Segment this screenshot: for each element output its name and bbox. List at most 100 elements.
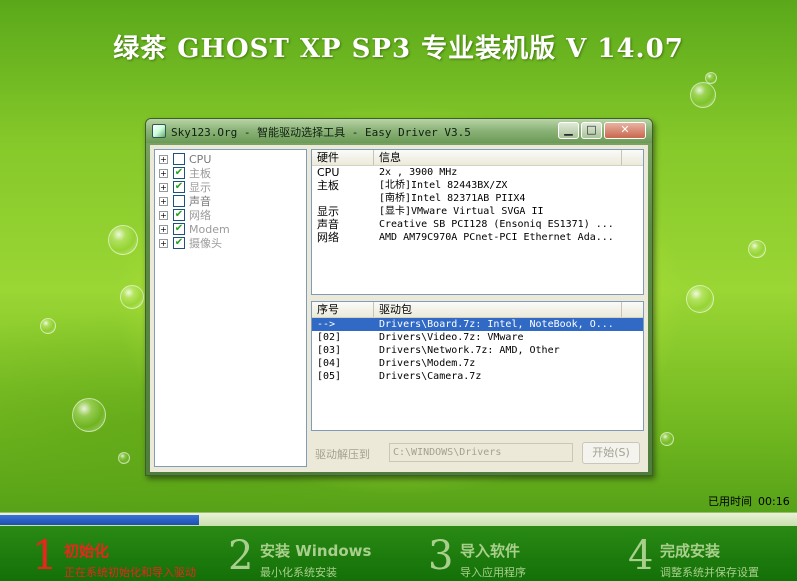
elapsed-time: 已用时间 00:16 [708, 493, 790, 509]
hardware-tree: + CPU + ✔ 主板 + ✔ 显示 + 声音 + ✔ 网络 + ✔ Modem + ✔ 摄像头 [154, 149, 307, 467]
step-number: 2 [228, 533, 254, 579]
hardware-info-cell: Creative SB PCI128 (Ensoniq ES1371) ... [379, 219, 614, 230]
maximize-button[interactable]: □ [581, 122, 602, 139]
bubble-decoration [660, 432, 674, 446]
table-row[interactable]: [南桥]Intel 82371AB PIIX4 [312, 192, 643, 205]
bubble-decoration [108, 225, 138, 255]
hardware-list[interactable]: 硬件 信息 CPU 2x , 3900 MHz 主板 [北桥]Intel 82443B… [311, 149, 644, 295]
elapsed-value: 00:16 [758, 495, 790, 508]
bubble-decoration [118, 452, 130, 464]
bubble-decoration [120, 285, 144, 309]
expand-icon[interactable]: + [159, 154, 168, 164]
tree-item[interactable]: + 声音 [159, 194, 306, 208]
install-steps: 1 初始化正在系统初始化和导入驱动 2 安装 Windows 最小化系统安装 3 导入软件导… [0, 526, 797, 581]
driver-list[interactable]: 序号 驱动包 --> Drivers\Board.7z: Intel, NoteB… [311, 301, 644, 431]
driver-package-cell: Drivers\Camera.7z [379, 371, 482, 382]
driver-package-cell: Drivers\Modem.7z [379, 358, 476, 369]
bubble-decoration [72, 398, 106, 432]
table-row[interactable]: --> Drivers\Board.7z: Intel, NoteBook, O.… [312, 318, 643, 331]
tree-item[interactable]: + ✔ 摄像头 [159, 236, 306, 250]
table-row[interactable]: 声音 Creative SB PCI128 (Ensoniq ES1371) ..… [312, 218, 643, 231]
hardware-list-header: 硬件 信息 [312, 150, 643, 166]
driver-index-cell: --> [317, 319, 336, 330]
step-number: 4 [628, 533, 654, 579]
expand-icon[interactable]: + [159, 238, 168, 248]
column-header-info[interactable]: 信息 [374, 150, 622, 165]
expand-icon[interactable]: + [159, 210, 168, 220]
driver-index-cell: [04] [317, 358, 342, 369]
hardware-name-cell: 显示 [317, 205, 339, 218]
step-number: 3 [428, 533, 454, 579]
table-row[interactable]: [02] Drivers\Video.7z: VMware [312, 331, 643, 344]
hardware-name-cell [312, 192, 374, 205]
table-row[interactable]: 显示 [显卡]VMware Virtual SVGA II [312, 205, 643, 218]
tree-item-checkbox[interactable]: ✔ [173, 237, 185, 249]
start-button[interactable]: 开始(S) [582, 442, 640, 464]
tree-item-checkbox[interactable] [173, 153, 185, 165]
page-title: 绿茶 GHOST XP SP3 专业装机版 V 14.07 [113, 34, 684, 64]
extract-label: 驱动解压到 [315, 448, 370, 461]
hardware-name-cell: 网络 [317, 231, 339, 244]
tree-item[interactable]: + ✔ 主板 [159, 166, 306, 180]
tree-item-label: CPU [189, 152, 212, 166]
minimize-button[interactable]: ▁ [558, 122, 579, 139]
step-title: 导入软件 [460, 542, 521, 560]
step-subtitle: 正在系统初始化和导入驱动 [64, 566, 196, 579]
expand-icon[interactable]: + [159, 224, 168, 234]
expand-icon[interactable]: + [159, 182, 168, 192]
tree-item[interactable]: + CPU [159, 152, 306, 166]
bubble-decoration [686, 285, 714, 313]
window-client-area: + CPU + ✔ 主板 + ✔ 显示 + 声音 + ✔ 网络 + ✔ Modem + ✔ 摄像头 硬件 信息 CP… [150, 145, 648, 472]
driver-package-cell: Drivers\Board.7z: Intel, NoteBook, O... [379, 319, 614, 330]
tree-item-label: Modem [189, 222, 230, 236]
tree-item[interactable]: + ✔ Modem [159, 222, 306, 236]
table-row[interactable]: [03] Drivers\Network.7z: AMD, Other [312, 344, 643, 357]
tree-item-checkbox[interactable] [173, 195, 185, 207]
progress-bar [0, 512, 797, 526]
table-row[interactable]: 网络 AMD AM79C970A PCnet-PCI Ethernet Ada..… [312, 231, 643, 244]
tree-item[interactable]: + ✔ 网络 [159, 208, 306, 222]
tree-item[interactable]: + ✔ 显示 [159, 180, 306, 194]
hardware-name-cell: 声音 [317, 218, 339, 231]
hardware-info-cell: 2x , 3900 MHz [379, 167, 458, 178]
step-subtitle: 导入应用程序 [460, 566, 526, 579]
column-header-hardware[interactable]: 硬件 [312, 150, 374, 165]
hardware-info-cell: [南桥]Intel 82371AB PIIX4 [379, 193, 526, 204]
step-number: 1 [32, 533, 58, 579]
easy-driver-window: Sky123.Org - 智能驱动选择工具 - Easy Driver V3.5… [145, 118, 653, 476]
expand-icon[interactable]: + [159, 168, 168, 178]
progress-fill [0, 515, 200, 525]
driver-index-cell: [03] [317, 345, 342, 356]
table-row[interactable]: CPU 2x , 3900 MHz [312, 166, 643, 179]
bubble-decoration [40, 318, 56, 334]
hardware-info-cell: [显卡]VMware Virtual SVGA II [379, 206, 544, 217]
column-header-package[interactable]: 驱动包 [374, 302, 622, 317]
bubble-decoration [748, 240, 766, 258]
hardware-name-cell: CPU [317, 166, 340, 179]
hardware-info-cell: [北桥]Intel 82443BX/ZX [379, 180, 508, 191]
driver-index-cell: [05] [317, 371, 342, 382]
tree-item-checkbox[interactable]: ✔ [173, 167, 185, 179]
table-row[interactable]: [04] Drivers\Modem.7z [312, 357, 643, 370]
tree-item-checkbox[interactable]: ✔ [173, 209, 185, 221]
hardware-info-cell: AMD AM79C970A PCnet-PCI Ethernet Ada... [379, 232, 614, 243]
extract-path-input[interactable]: C:\WINDOWS\Drivers [389, 443, 573, 462]
driver-index-cell: [02] [317, 332, 342, 343]
expand-icon[interactable]: + [159, 196, 168, 206]
tree-item-checkbox[interactable]: ✔ [173, 181, 185, 193]
window-title: Sky123.Org - 智能驱动选择工具 - Easy Driver V3.5 [171, 126, 471, 139]
tree-item-checkbox[interactable]: ✔ [173, 223, 185, 235]
extract-bar: 驱动解压到 C:\WINDOWS\Drivers 开始(S) [311, 437, 644, 467]
step-subtitle: 调整系统并保存设置 [660, 566, 759, 579]
step-title: 初始化 [64, 542, 110, 560]
driver-list-header: 序号 驱动包 [312, 302, 643, 318]
close-button[interactable]: ✕ [604, 122, 646, 139]
step-title: 安装 Windows [260, 542, 372, 560]
table-row[interactable]: [05] Drivers\Camera.7z [312, 370, 643, 383]
step-subtitle: 最小化系统安装 [260, 566, 337, 579]
bubble-decoration [690, 82, 716, 108]
window-titlebar[interactable]: Sky123.Org - 智能驱动选择工具 - Easy Driver V3.5… [146, 119, 652, 143]
column-header-index[interactable]: 序号 [312, 302, 374, 317]
table-row[interactable]: 主板 [北桥]Intel 82443BX/ZX [312, 179, 643, 192]
app-icon [152, 124, 166, 138]
